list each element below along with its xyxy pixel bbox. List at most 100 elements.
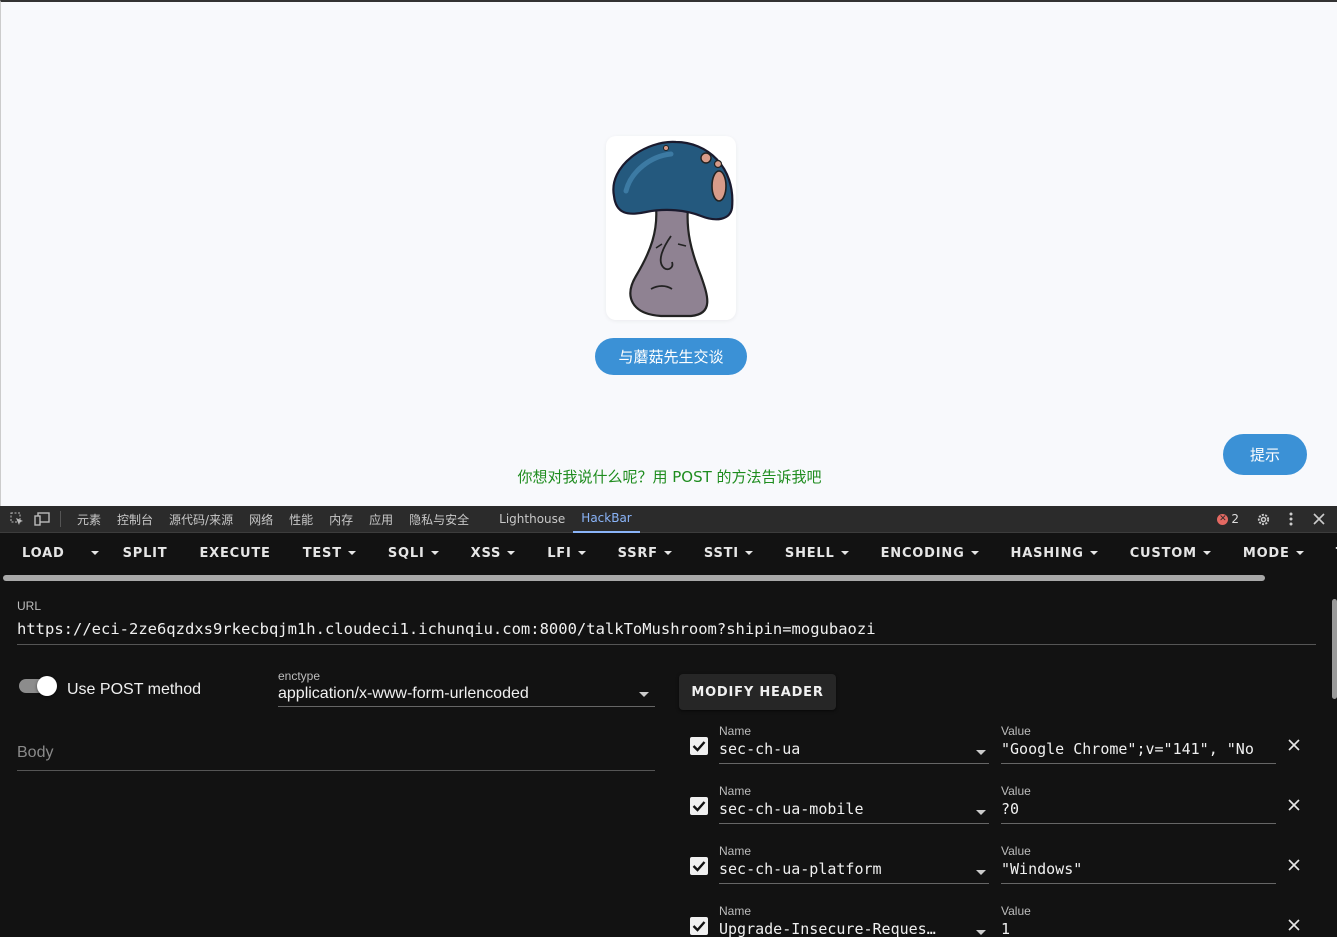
hashing-menu[interactable]: HASHING — [995, 533, 1114, 573]
error-icon: ✕ — [1217, 513, 1229, 525]
header-value-input[interactable]: "Google Chrome";v="141", "No — [1001, 740, 1276, 764]
ssti-menu-label: SSTI — [703, 545, 739, 561]
execute-button[interactable]: EXECUTE — [183, 533, 286, 573]
error-count-badge[interactable]: ✕ 2 — [1217, 512, 1239, 526]
encoding-menu[interactable]: ENCODING — [865, 533, 995, 573]
ssrf-menu[interactable]: SSRF — [602, 533, 688, 573]
chevron-down-icon — [744, 551, 753, 555]
mode-menu[interactable]: MODE — [1227, 533, 1320, 573]
enctype-label: enctype — [278, 669, 321, 683]
encoding-menu-label: ENCODING — [880, 545, 965, 561]
chevron-down-icon — [840, 551, 849, 555]
chevron-down-icon — [347, 551, 356, 555]
chevron-down-icon — [1089, 551, 1098, 555]
checkmark-icon — [692, 921, 706, 932]
custom-menu[interactable]: CUSTOM — [1114, 533, 1227, 573]
mushroom-illustration — [612, 140, 734, 318]
vertical-scrollbar[interactable] — [1332, 599, 1337, 699]
header-name-label: Name — [719, 904, 752, 918]
chevron-down-icon[interactable] — [976, 870, 986, 875]
split-button[interactable]: SPLIT — [107, 533, 184, 573]
xss-menu-label: XSS — [470, 545, 502, 561]
load-button[interactable]: LOAD — [0, 533, 79, 573]
server-message: 你想对我说什么呢？用 POST 的方法告诉我吧 — [517, 468, 822, 486]
remove-header-close-icon[interactable] — [1288, 916, 1304, 932]
chevron-down-icon — [90, 551, 99, 555]
header-value-label: Value — [1001, 724, 1031, 738]
header-value-label: Value — [1001, 844, 1031, 858]
checkmark-icon — [692, 741, 706, 752]
test-menu-label: TEST — [302, 545, 342, 561]
header-name-input[interactable]: sec-ch-ua-mobile — [719, 800, 989, 824]
post-method-toggle[interactable] — [19, 676, 57, 696]
header-enabled-checkbox[interactable] — [690, 917, 708, 935]
header-enabled-checkbox[interactable] — [690, 797, 708, 815]
chevron-down-icon[interactable] — [976, 930, 986, 935]
header-name-input[interactable]: sec-ch-ua — [719, 740, 989, 764]
toggle-knob — [37, 676, 57, 696]
hashing-menu-label: HASHING — [1010, 545, 1084, 561]
tab-console[interactable]: 控制台 — [109, 506, 161, 533]
header-value-input[interactable]: "Windows" — [1001, 860, 1276, 884]
tab-lighthouse[interactable]: Lighthouse — [491, 506, 573, 533]
hint-button[interactable]: 提示 — [1223, 434, 1307, 475]
tab-performance[interactable]: 性能 — [281, 506, 321, 533]
tab-application[interactable]: 应用 — [361, 506, 401, 533]
shell-menu[interactable]: SHELL — [769, 533, 865, 573]
url-label: URL — [17, 599, 42, 613]
device-toolbar-icon[interactable] — [34, 511, 50, 527]
chevron-down-icon — [970, 551, 979, 555]
theme-menu[interactable]: TH — [1320, 533, 1337, 573]
header-value-input[interactable]: ?0 — [1001, 800, 1276, 824]
settings-gear-icon[interactable] — [1255, 511, 1271, 527]
header-enabled-checkbox[interactable] — [690, 857, 708, 875]
header-row: Name sec-ch-ua-mobile Value ?0 — [679, 784, 1319, 844]
error-count: 2 — [1231, 512, 1239, 526]
header-name-input[interactable]: sec-ch-ua-platform — [719, 860, 989, 884]
mode-menu-label: MODE — [1242, 545, 1290, 561]
tab-hackbar[interactable]: HackBar — [573, 506, 640, 533]
header-name-input[interactable]: Upgrade-Insecure-Reques… — [719, 920, 989, 937]
toolbar-horizontal-scrollbar[interactable] — [3, 575, 1265, 581]
tab-network[interactable]: 网络 — [241, 506, 281, 533]
web-page: 与蘑菇先生交谈 你想对我说什么呢？用 POST 的方法告诉我吧 提示 — [0, 0, 1337, 506]
checkmark-icon — [692, 861, 706, 872]
ssti-menu[interactable]: SSTI — [688, 533, 769, 573]
remove-header-close-icon[interactable] — [1288, 736, 1304, 752]
enctype-select[interactable]: application/x-www-form-urlencoded — [278, 685, 655, 707]
shell-menu-label: SHELL — [784, 545, 835, 561]
remove-header-close-icon[interactable] — [1288, 796, 1304, 812]
chevron-down-icon[interactable] — [976, 810, 986, 815]
test-menu[interactable]: TEST — [287, 533, 372, 573]
header-name-label: Name — [719, 724, 752, 738]
header-row: Name sec-ch-ua-platform Value "Windows" — [679, 844, 1319, 904]
hackbar-toolbar: LOAD SPLIT EXECUTE TEST SQLI XSS LFI SSR… — [0, 533, 1337, 573]
ssrf-menu-label: SSRF — [617, 545, 658, 561]
chevron-down-icon — [663, 551, 672, 555]
load-dropdown-button[interactable] — [79, 533, 107, 573]
chevron-down-icon[interactable] — [976, 750, 986, 755]
tab-privacy-security[interactable]: 隐私与安全 — [401, 506, 477, 533]
close-devtools-icon[interactable] — [1311, 511, 1327, 527]
tab-sources[interactable]: 源代码/来源 — [161, 506, 241, 533]
url-input[interactable]: https://eci-2ze6qzdxs9rkecbqjm1h.cloudec… — [17, 620, 1316, 645]
sqli-menu[interactable]: SQLI — [372, 533, 455, 573]
body-input[interactable]: Body — [17, 744, 655, 771]
inspect-element-icon[interactable] — [9, 511, 25, 527]
header-value-label: Value — [1001, 904, 1031, 918]
tab-elements[interactable]: 元素 — [69, 506, 109, 533]
xss-menu[interactable]: XSS — [455, 533, 532, 573]
modify-header-button[interactable]: MODIFY HEADER — [679, 674, 836, 710]
remove-header-close-icon[interactable] — [1288, 856, 1304, 872]
chevron-down-icon — [430, 551, 439, 555]
lfi-menu[interactable]: LFI — [531, 533, 601, 573]
more-options-icon[interactable] — [1283, 511, 1299, 527]
talk-to-mushroom-button[interactable]: 与蘑菇先生交谈 — [595, 338, 747, 375]
header-enabled-checkbox[interactable] — [690, 737, 708, 755]
tab-memory[interactable]: 内存 — [321, 506, 361, 533]
custom-menu-label: CUSTOM — [1129, 545, 1197, 561]
header-value-input[interactable]: 1 — [1001, 920, 1276, 937]
chevron-down-icon — [639, 692, 649, 697]
hackbar-body: URL https://eci-2ze6qzdxs9rkecbqjm1h.clo… — [0, 586, 1337, 937]
chevron-down-icon — [1202, 551, 1211, 555]
